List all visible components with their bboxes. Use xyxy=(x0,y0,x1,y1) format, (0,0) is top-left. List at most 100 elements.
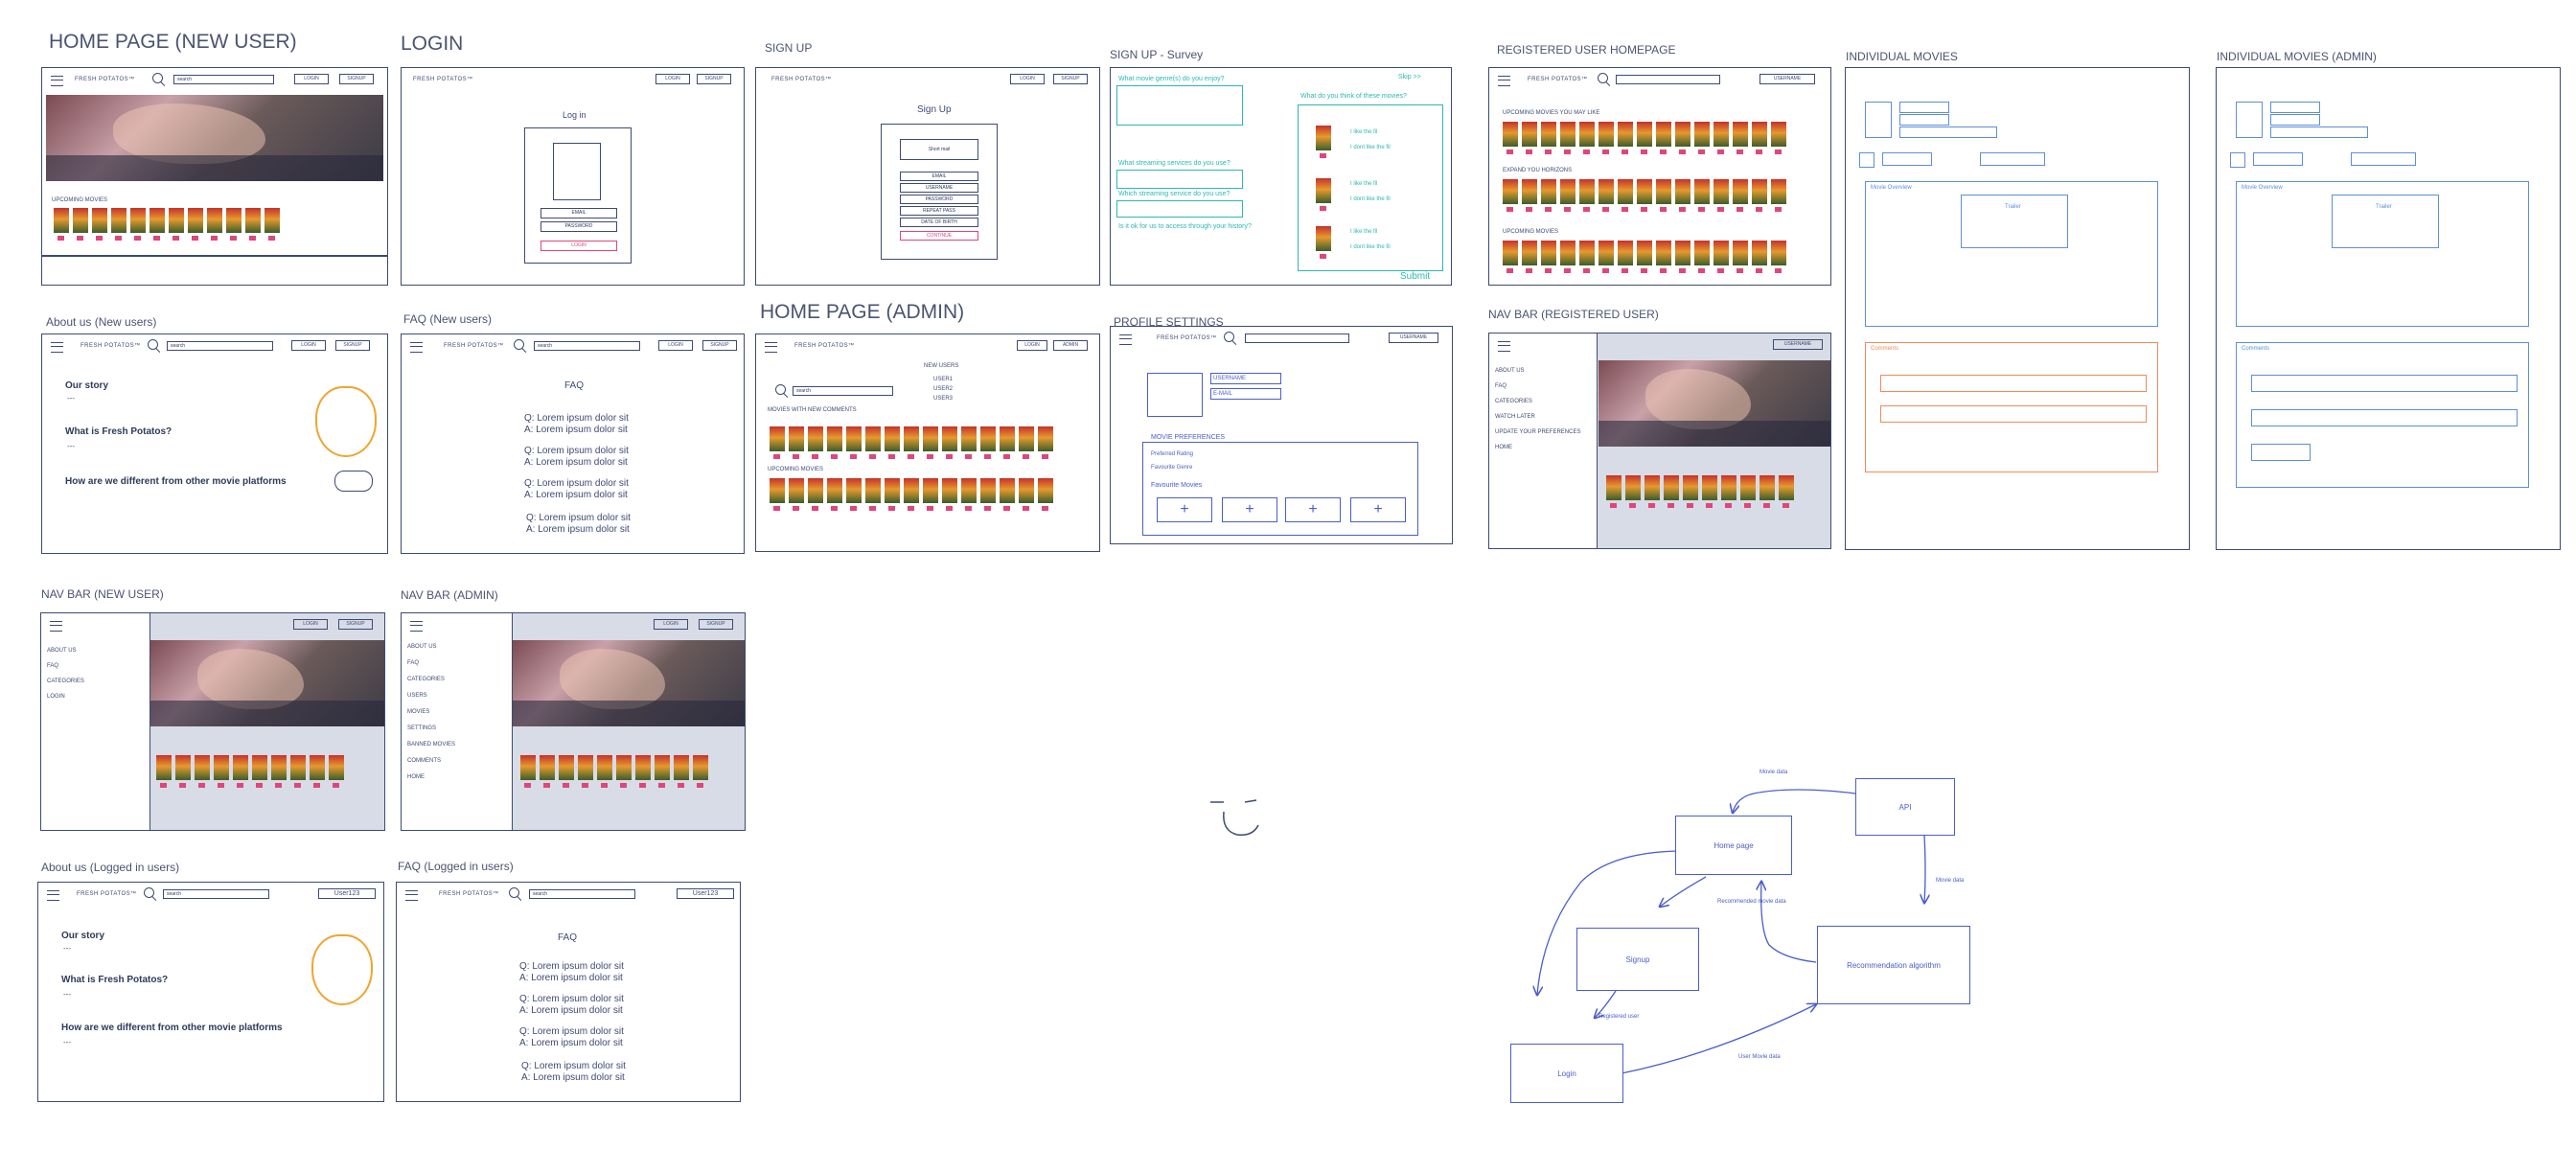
nav-item[interactable]: BANNED MOVIES xyxy=(407,742,455,748)
movie-poster[interactable] xyxy=(130,208,146,241)
search-icon[interactable] xyxy=(152,73,163,83)
user-dropdown[interactable]: USERNAME xyxy=(1760,74,1815,84)
dislike-option[interactable]: I dont like the fil xyxy=(1350,196,1391,202)
login-button[interactable]: LOGIN xyxy=(1017,340,1047,351)
nav-item[interactable]: UPDATE YOUR PREFERENCES xyxy=(1495,429,1580,435)
hamburger-icon[interactable] xyxy=(51,342,63,353)
nav-item[interactable]: CATEGORIES xyxy=(1495,399,1532,404)
movie-poster[interactable] xyxy=(150,208,165,241)
search-input[interactable] xyxy=(1616,75,1720,84)
watchlater-icon[interactable] xyxy=(1859,152,1874,168)
nav-item[interactable]: HOME xyxy=(407,774,425,780)
user-dropdown[interactable]: USERNAME xyxy=(1773,339,1823,350)
hamburger-icon[interactable] xyxy=(50,621,62,632)
movie-poster[interactable] xyxy=(73,208,88,241)
add-favourite-button[interactable]: + xyxy=(1157,497,1212,522)
streaming-checklist[interactable] xyxy=(1116,170,1243,189)
login-submit-button[interactable]: LOGIN xyxy=(540,241,617,251)
nav-item[interactable]: FAQ xyxy=(407,660,419,666)
search-icon[interactable] xyxy=(1224,332,1234,342)
user-entry[interactable]: USER2 xyxy=(933,386,953,392)
add-favourite-button[interactable]: + xyxy=(1222,497,1277,522)
signup-button[interactable]: SIGNUP xyxy=(1053,74,1088,84)
nav-item[interactable]: SETTINGS xyxy=(407,725,436,731)
login-button[interactable]: LOGIN xyxy=(293,619,328,630)
search-input[interactable]: search xyxy=(173,75,274,84)
email-field[interactable]: EMAIL xyxy=(540,208,617,218)
signup-button[interactable]: SIGNUP xyxy=(699,619,733,630)
add-button[interactable] xyxy=(1882,152,1932,166)
like-option[interactable]: I like the fil xyxy=(1350,129,1377,135)
dislike-option[interactable]: I dont like the fil xyxy=(1350,244,1391,250)
nav-item[interactable]: HOME xyxy=(1495,445,1512,450)
nav-item[interactable]: LOGIN xyxy=(47,694,65,700)
like-option[interactable]: I like the fil xyxy=(1350,229,1377,235)
login-button[interactable]: LOGIN xyxy=(1010,74,1045,84)
title-field[interactable] xyxy=(2270,102,2320,113)
signup-button[interactable]: SIGNUP xyxy=(339,74,374,84)
nav-item[interactable]: CATEGORIES xyxy=(47,678,84,684)
movie-poster[interactable] xyxy=(54,208,69,241)
username-field[interactable]: USERNAME xyxy=(1210,373,1281,384)
signup-field[interactable]: USERNAME xyxy=(900,183,978,193)
search-icon[interactable] xyxy=(148,339,158,350)
service-checklist[interactable] xyxy=(1116,200,1243,218)
chat-bubble-icon[interactable] xyxy=(334,471,373,492)
nav-item[interactable]: COMMENTS xyxy=(407,758,441,764)
hamburger-icon[interactable] xyxy=(765,342,777,353)
signup-field[interactable]: REPEAT PASS xyxy=(900,206,978,216)
nav-item[interactable]: ABOUT US xyxy=(1495,368,1525,374)
trailer-box[interactable] xyxy=(1961,195,2068,248)
genre-field[interactable] xyxy=(2270,126,2368,138)
nav-item[interactable]: CATEGORIES xyxy=(407,677,445,682)
login-button[interactable]: LOGIN xyxy=(658,340,693,351)
search-icon[interactable] xyxy=(1598,73,1608,83)
hamburger-icon[interactable] xyxy=(1119,334,1132,345)
avatar[interactable] xyxy=(1147,373,1203,417)
search-input[interactable]: search xyxy=(167,341,273,351)
search-input[interactable]: search xyxy=(793,386,893,396)
like-option[interactable]: I like the fil xyxy=(1350,181,1377,187)
photo-box[interactable]: Short mail xyxy=(900,139,978,160)
signup-button[interactable]: SIGNUP xyxy=(338,619,373,630)
rating-field[interactable] xyxy=(2270,114,2320,126)
skip-link[interactable]: Skip >> xyxy=(1398,74,1421,80)
hamburger-icon[interactable] xyxy=(47,890,59,901)
user-entry[interactable]: USER3 xyxy=(933,396,953,402)
search-input[interactable]: search xyxy=(529,889,635,899)
nav-item[interactable]: WATCH LATER xyxy=(1495,414,1535,420)
trailer-box[interactable] xyxy=(2332,195,2439,248)
watchlater-icon[interactable] xyxy=(2230,152,2245,168)
nav-item[interactable]: FAQ xyxy=(47,663,58,669)
login-button[interactable]: LOGIN xyxy=(294,74,329,84)
login-button[interactable]: LOGIN xyxy=(654,619,688,630)
search-icon[interactable] xyxy=(509,887,519,898)
add-button[interactable] xyxy=(2253,152,2303,166)
dislike-option[interactable]: I dont like the fil xyxy=(1350,145,1391,150)
user-dropdown[interactable]: User123 xyxy=(318,888,376,899)
search-input[interactable]: search xyxy=(163,889,269,899)
hamburger-icon[interactable] xyxy=(410,342,423,353)
search-icon[interactable] xyxy=(144,887,154,898)
nav-item[interactable]: FAQ xyxy=(1495,383,1506,389)
user-dropdown[interactable]: User123 xyxy=(677,888,734,899)
genre-checklist[interactable] xyxy=(1116,85,1243,126)
email-field[interactable]: E-MAIL xyxy=(1210,388,1281,400)
streaming-button[interactable] xyxy=(2351,152,2416,166)
movie-poster[interactable] xyxy=(207,208,222,241)
search-icon[interactable] xyxy=(514,339,524,350)
add-favourite-button[interactable]: + xyxy=(1350,497,1406,522)
hamburger-icon[interactable] xyxy=(51,76,63,86)
signup-field[interactable]: EMAIL xyxy=(900,172,978,181)
search-icon[interactable] xyxy=(775,384,786,395)
user-dropdown[interactable]: USERNAME xyxy=(1389,333,1438,343)
signup-button[interactable]: SIGNUP xyxy=(702,340,737,351)
movie-poster[interactable] xyxy=(264,208,280,241)
signup-field[interactable]: PASSWORD xyxy=(900,195,978,204)
movie-poster[interactable] xyxy=(226,208,242,241)
signup-field[interactable]: DATE OF BIRTH xyxy=(900,218,978,227)
admin-button[interactable]: ADMIN xyxy=(1053,340,1088,351)
streaming-button[interactable] xyxy=(1980,152,2045,166)
hamburger-icon[interactable] xyxy=(1498,76,1510,86)
login-button[interactable]: LOGIN xyxy=(291,340,326,351)
